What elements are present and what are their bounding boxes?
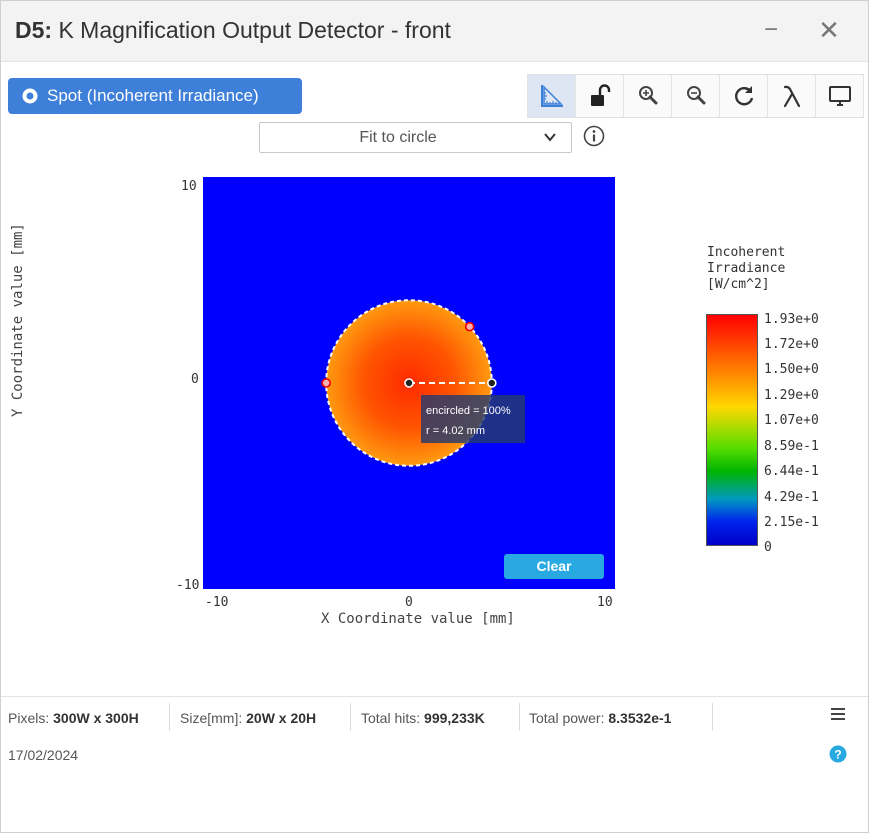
status-divider [169, 703, 170, 731]
zoom-out-button[interactable] [672, 75, 720, 117]
radius-handle[interactable] [487, 378, 497, 388]
stat-power-label: Total power: [529, 710, 605, 726]
edge-handle-left[interactable] [321, 378, 331, 388]
analysis-type-label: Spot (Incoherent Irradiance) [47, 86, 259, 105]
wavelength-button[interactable] [768, 75, 816, 117]
y-tick-mid: 0 [191, 372, 199, 387]
y-axis-label: Y Coordinate value [mm] [10, 223, 26, 417]
lock-tool-button[interactable] [576, 75, 624, 117]
encircled-tooltip: encircled = 100% r = 4.02 mm [421, 395, 525, 443]
x-tick-right: 10 [597, 595, 613, 610]
edge-handle-top[interactable] [464, 321, 475, 332]
lambda-icon [783, 85, 800, 108]
status-divider [519, 703, 520, 731]
help-icon[interactable]: ? [829, 745, 847, 763]
svg-text:?: ? [834, 748, 841, 762]
legend-tick-8: 2.15e-1 [764, 515, 819, 530]
chevron-down-icon [544, 133, 556, 142]
ruler-icon [540, 85, 563, 107]
x-tick-left: -10 [205, 595, 229, 610]
close-button[interactable]: ✕ [811, 13, 847, 47]
legend-tick-7: 4.29e-1 [764, 490, 819, 505]
minimize-button[interactable]: − [753, 13, 789, 47]
legend-tick-1: 1.72e+0 [764, 337, 819, 352]
window-title: D5: K Magnification Output Detector - fr… [15, 17, 451, 44]
legend-tick-3: 1.29e+0 [764, 388, 819, 403]
legend-title-line-3: [W/cm^2] [707, 277, 770, 292]
irradiance-plot[interactable]: encircled = 100% r = 4.02 mm [203, 177, 615, 589]
stat-hits-label: Total hits: [361, 710, 421, 726]
legend-tick-0: 1.93e+0 [764, 312, 819, 327]
legend-tick-6: 6.44e-1 [764, 464, 819, 479]
legend-tick-9: 0 [764, 540, 772, 555]
center-handle[interactable] [404, 378, 414, 388]
analysis-type-button[interactable]: Spot (Incoherent Irradiance) [8, 78, 302, 114]
refresh-button[interactable] [720, 75, 768, 117]
detector-window: D5: K Magnification Output Detector - fr… [0, 0, 869, 833]
ruler-tool-button[interactable] [528, 75, 576, 117]
stat-size-value: 20W x 20H [246, 710, 317, 726]
stat-pixels-label: Pixels: [8, 710, 50, 726]
status-divider [712, 703, 713, 731]
stat-power-value: 8.3532e-1 [608, 710, 672, 726]
x-tick-mid: 0 [405, 595, 413, 610]
x-axis-label: X Coordinate value [mm] [321, 611, 515, 627]
window-title-prefix: D5: [15, 17, 53, 43]
legend-tick-5: 8.59e-1 [764, 439, 819, 454]
display-button[interactable] [816, 75, 863, 117]
fit-mode-select[interactable]: Fit to circle [259, 122, 572, 153]
status-bar: Pixels: 300W x 300H Size[mm]: 20W x 20H … [1, 696, 868, 741]
stat-size: Size[mm]: 20W x 20H [180, 707, 316, 733]
zoom-out-icon [686, 86, 705, 105]
hamburger-menu-icon[interactable] [829, 707, 847, 721]
plot-toolbar [527, 74, 864, 118]
tooltip-radius: r = 4.02 mm [426, 425, 485, 437]
zoom-in-icon [638, 86, 657, 105]
legend-title-line-1: Incoherent [707, 245, 786, 260]
legend-title-line-2: Irradiance [707, 261, 786, 276]
title-bar: D5: K Magnification Output Detector - fr… [1, 1, 868, 62]
stat-hits: Total hits: 999,233K [361, 707, 485, 733]
legend-tick-2: 1.50e+0 [764, 362, 819, 377]
stat-size-label: Size[mm]: [180, 710, 243, 726]
legend-tick-4: 1.07e+0 [764, 413, 819, 428]
colorbar [706, 314, 758, 546]
y-tick-top: 10 [181, 179, 197, 194]
zoom-in-button[interactable] [624, 75, 672, 117]
unlock-icon [590, 84, 610, 106]
window-title-text: K Magnification Output Detector - front [58, 17, 451, 43]
stat-hits-value: 999,233K [424, 710, 485, 726]
legend-title: Incoherent Irradiance [W/cm^2] [707, 245, 785, 293]
stat-pixels: Pixels: 300W x 300H [8, 707, 139, 733]
info-icon[interactable] [583, 125, 605, 147]
stat-power: Total power: 8.3532e-1 [529, 707, 671, 733]
tooltip-encircled: encircled = 100% [426, 405, 511, 417]
clear-button[interactable]: Clear [504, 554, 604, 579]
status-divider [350, 703, 351, 731]
y-tick-bottom: -10 [176, 578, 200, 593]
target-circle-icon [22, 88, 38, 104]
stat-pixels-value: 300W x 300H [53, 710, 139, 726]
date-stamp: 17/02/2024 [8, 747, 79, 763]
fit-mode-value: Fit to circle [359, 129, 437, 146]
refresh-icon [734, 86, 753, 106]
monitor-icon [828, 86, 851, 106]
